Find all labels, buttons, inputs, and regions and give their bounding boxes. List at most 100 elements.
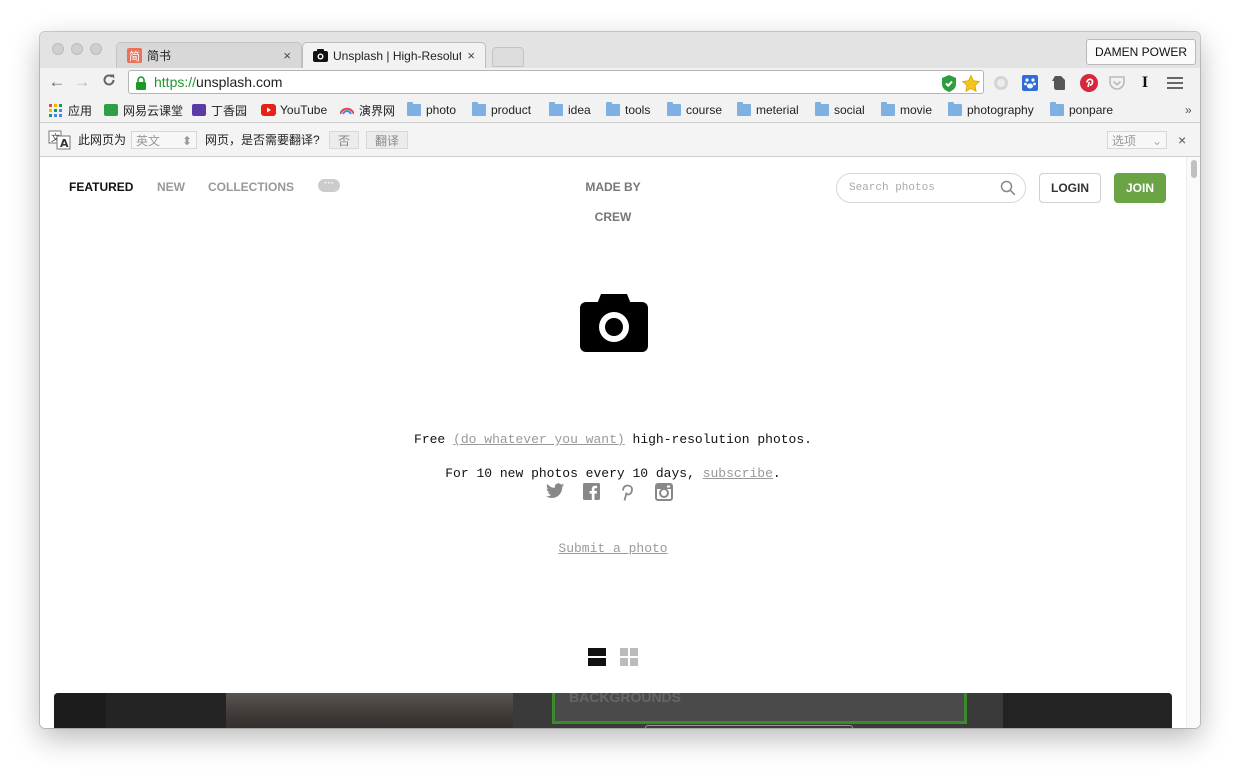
bookmark-folder-photography[interactable]: photography: [948, 102, 1034, 118]
folder-icon: [667, 102, 681, 116]
made-by-crew-link[interactable]: MADE BY CREW: [560, 172, 666, 232]
tab-jianshu[interactable]: 简 简书 ×: [116, 42, 302, 68]
profile-button[interactable]: DAMEN POWER: [1085, 39, 1196, 65]
nav-collections[interactable]: COLLECTIONS: [208, 180, 294, 194]
folder-icon: [737, 102, 751, 116]
bookmark-folder-meterial[interactable]: meterial: [737, 102, 799, 118]
reload-icon[interactable]: [100, 73, 118, 91]
made-by-line: MADE BY: [585, 180, 641, 194]
page-viewport: FEATURED NEW COLLECTIONS ··· MADE BY CRE…: [40, 157, 1186, 728]
bookmark-folder-tools[interactable]: tools: [606, 102, 650, 118]
photo-tile[interactable]: [106, 693, 226, 728]
facebook-icon[interactable]: [583, 483, 600, 505]
camera-logo-icon: [580, 292, 648, 357]
bookmark-folder-social[interactable]: social: [815, 102, 865, 118]
new-tab-button[interactable]: [492, 47, 524, 67]
window-minimize-button[interactable]: [71, 43, 83, 55]
bookmark-label: ponpare: [1069, 103, 1114, 117]
nav-featured[interactable]: FEATURED: [69, 180, 133, 194]
tab-title: Unsplash | High-Resolution Photos: [333, 48, 462, 63]
more-menu-ellipsis-icon[interactable]: ···: [318, 179, 340, 192]
window-close-button[interactable]: [52, 43, 64, 55]
bookmark-folder-idea[interactable]: idea: [549, 102, 591, 118]
translate-close-icon[interactable]: ×: [1178, 131, 1186, 149]
subscribe-link[interactable]: subscribe: [703, 466, 773, 481]
bookmark-youtube[interactable]: YouTube: [261, 102, 327, 118]
folder-icon: [881, 102, 895, 116]
folder-icon: [948, 102, 962, 116]
bookmark-label: tools: [625, 103, 651, 117]
vertical-scrollbar[interactable]: [1186, 157, 1200, 728]
tagline-rest: high-resolution photos.: [632, 432, 812, 447]
forward-arrow-icon[interactable]: →: [73, 73, 91, 91]
bookmark-folder-ponpare[interactable]: ponpare: [1050, 102, 1113, 118]
translate-icon: 文A: [48, 130, 72, 150]
subscribe-line: For 10 new photos every 10 days, subscri…: [40, 466, 1186, 481]
instapaper-icon[interactable]: I: [1136, 74, 1154, 92]
scrollbar-thumb[interactable]: [1191, 160, 1197, 178]
adblock-shield-icon[interactable]: [940, 74, 958, 92]
tab-close-icon[interactable]: ×: [467, 48, 475, 63]
instagram-icon[interactable]: [655, 483, 673, 506]
jianshu-icon: 简: [127, 48, 142, 63]
back-arrow-icon[interactable]: ←: [48, 73, 66, 91]
tab-unsplash[interactable]: Unsplash | High-Resolution Photos ×: [302, 42, 486, 68]
search-icon[interactable]: [1000, 180, 1016, 201]
bookmark-label: 应用: [68, 103, 93, 118]
bookmark-label: product: [491, 103, 532, 117]
login-button[interactable]: LOGIN: [1039, 173, 1101, 203]
photo-tile[interactable]: [54, 693, 106, 728]
netease-study-icon: [104, 104, 118, 116]
photo-tile[interactable]: [226, 693, 513, 728]
tab-close-icon[interactable]: ×: [283, 48, 291, 63]
pinterest-icon[interactable]: [620, 483, 634, 506]
camera-icon: [313, 48, 328, 63]
license-link[interactable]: (do whatever you want): [453, 432, 625, 447]
list-view-icon[interactable]: [588, 648, 606, 671]
bookmark-label: photography: [967, 103, 1034, 117]
menu-icon[interactable]: [1166, 74, 1184, 92]
window-zoom-button[interactable]: [90, 43, 102, 55]
search-input[interactable]: Search photos: [836, 173, 1026, 203]
translate-button[interactable]: 翻译: [366, 131, 409, 149]
tab-strip: 简 简书 × Unsplash | High-Resolution Photos…: [40, 32, 1200, 68]
evernote-icon[interactable]: [1050, 74, 1068, 92]
folder-icon: [472, 102, 486, 116]
bookmark-yanjie[interactable]: 演界网: [339, 102, 395, 118]
bookmarks-overflow-chevron-icon[interactable]: »: [1185, 102, 1192, 118]
bookmark-dxy[interactable]: 丁香园: [192, 102, 247, 118]
pocket-icon[interactable]: [1108, 74, 1126, 92]
bookmark-folder-photo[interactable]: photo: [407, 102, 456, 118]
address-bar[interactable]: https://unsplash.com: [128, 70, 984, 94]
bookmark-label: idea: [568, 103, 591, 117]
bookmark-folder-movie[interactable]: movie: [881, 102, 932, 118]
source-language-value: 英文: [136, 134, 161, 148]
bookmark-folder-course[interactable]: course: [667, 102, 722, 118]
join-button[interactable]: JOIN: [1114, 173, 1166, 203]
nav-new[interactable]: NEW: [157, 180, 185, 194]
svg-text:A: A: [60, 137, 69, 150]
bookmark-netease-study[interactable]: 网易云课堂: [104, 102, 183, 118]
photo-tile[interactable]: [1003, 693, 1172, 728]
url-scheme: https://: [154, 74, 197, 90]
featured-photos-strip[interactable]: BACKGROUNDS: [54, 693, 1172, 728]
bookmark-folder-product[interactable]: product: [472, 102, 531, 118]
translate-question: 网页，是否需要翻译?: [205, 133, 320, 147]
source-language-select[interactable]: 英文 ⬍: [131, 131, 197, 149]
translate-options-select[interactable]: 选项 ⌄: [1107, 131, 1167, 149]
submit-photo-link[interactable]: Submit a photo: [40, 541, 1186, 556]
subscribe-suffix: .: [772, 466, 781, 481]
globe-icon[interactable]: [992, 74, 1010, 92]
bookmark-apps[interactable]: 应用: [49, 102, 92, 118]
pinterest-icon[interactable]: [1080, 74, 1098, 92]
bookmark-label: course: [686, 103, 723, 117]
twitter-icon[interactable]: [546, 483, 564, 503]
no-translate-button[interactable]: 否: [329, 131, 360, 149]
url-host: unsplash.com: [196, 74, 283, 90]
baidu-paw-icon[interactable]: [1021, 74, 1039, 92]
grid-view-icon[interactable]: [620, 648, 638, 671]
collection-button-outline[interactable]: [645, 725, 853, 728]
star-icon[interactable]: [962, 74, 980, 92]
collection-tile[interactable]: BACKGROUNDS: [513, 693, 1003, 728]
bookmark-label: social: [834, 103, 865, 117]
